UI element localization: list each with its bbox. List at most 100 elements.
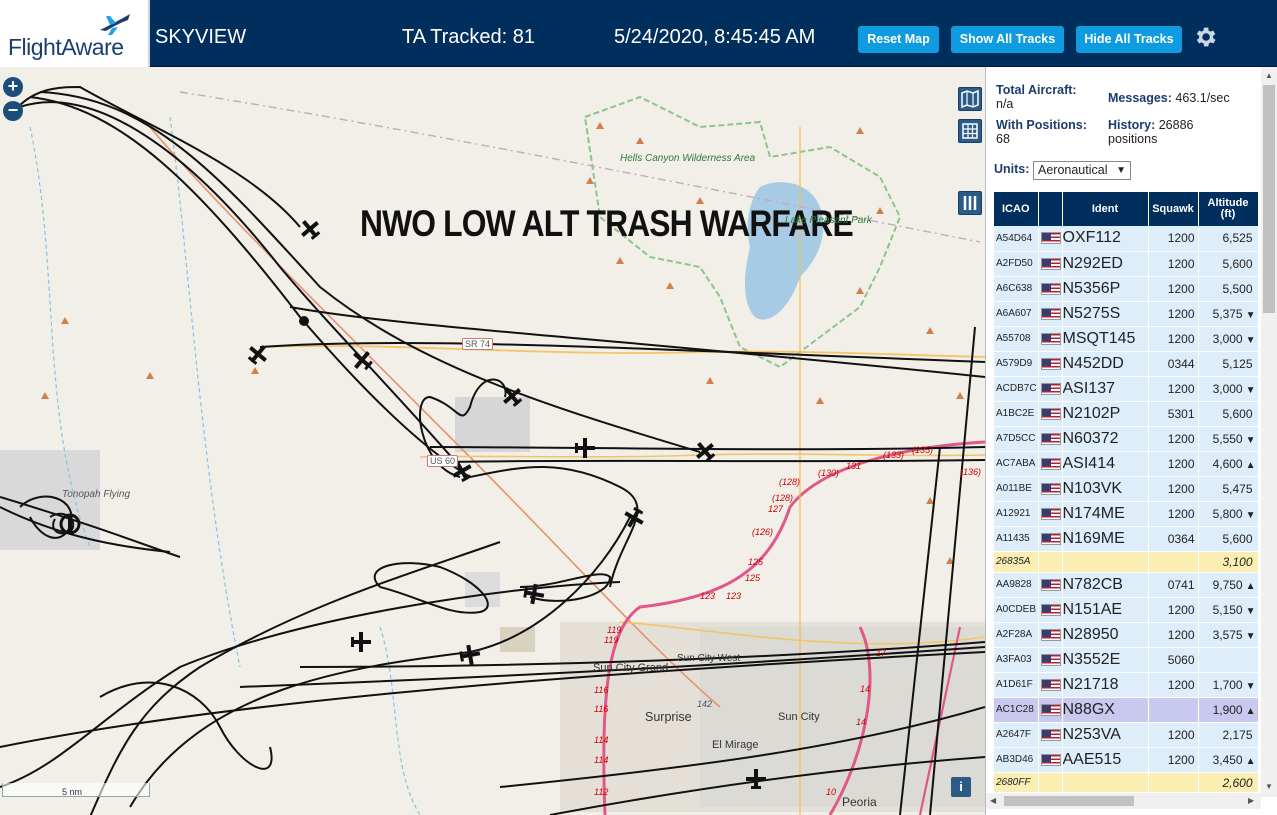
aircraft-row[interactable]: ACDB7C ASI137 1200 3,000 ▼ [994,376,1258,402]
row-altitude: 5,600 [1198,401,1258,427]
us-flag-icon [1040,257,1061,270]
total-aircraft-label: Total Aircraft: [996,83,1077,97]
info-button[interactable]: i [951,777,971,797]
map-canvas[interactable] [0,67,985,815]
flightaware-logo[interactable]: FlightAware [0,0,150,67]
aircraft-row[interactable]: A011BE N103VK 1200 5,475 [994,476,1258,502]
aircraft-table-container[interactable]: ICAO Ident Squawk Altitude (ft) A54D64 OX… [994,192,1258,792]
hide-all-tracks-button[interactable]: Hide All Tracks [1076,26,1182,53]
aircraft-row[interactable]: AC7ABA ASI414 1200 4,600 ▲ [994,451,1258,477]
us-flag-icon [1040,432,1061,445]
tracked-count: TA Tracked: 81 [402,26,536,48]
grid-icon[interactable] [958,119,982,143]
aircraft-row[interactable]: A11435 N169ME 0364 5,600 [994,526,1258,552]
map-layers-icon[interactable] [958,87,982,111]
altitude-trend-icon: ▼ [1245,509,1256,521]
map-view[interactable]: + − NWO LOW ALT TRASH WARFARE Hells Cany… [0,67,985,815]
row-ident: N28950 [1062,622,1149,648]
column-header-ident[interactable]: Ident [1062,192,1149,226]
aircraft-row[interactable]: A2FD50 N292ED 1200 5,600 [994,251,1258,277]
aircraft-row[interactable]: A0CDEB N151AE 1200 5,150 ▼ [994,597,1258,623]
column-header-squawk[interactable]: Squawk [1148,192,1199,226]
route-label: (136) [960,467,982,477]
zoom-in-button[interactable]: + [3,77,23,97]
altitude-value: 5,550 [1212,431,1243,446]
horizontal-scrollbar[interactable]: ◀ ▶ [986,793,1261,809]
peak-markers [41,122,964,564]
scroll-left-icon[interactable]: ◀ [990,796,996,805]
row-altitude: 5,600 [1198,526,1258,552]
route-label: 114 [594,755,609,765]
vertical-scroll-thumb[interactable] [1263,85,1275,313]
row-squawk: 1200 [1148,622,1199,648]
row-squawk: 1200 [1148,426,1199,452]
aircraft-row[interactable]: A6C638 N5356P 1200 5,500 [994,276,1258,302]
aircraft-row[interactable]: AB3D46 AAE515 1200 3,450 ▲ [994,747,1258,773]
aircraft-row[interactable]: A1D61F N21718 1200 1,700 ▼ [994,672,1258,698]
units-dropdown[interactable]: Aeronautical ▼ [1033,161,1131,180]
river [169,116,241,668]
aircraft-row[interactable]: A3FA03 N3552E 5060 [994,647,1258,673]
row-ident: ASI414 [1062,451,1149,477]
reset-map-button[interactable]: Reset Map [858,26,939,53]
row-icao: A6C638 [994,276,1039,302]
row-ident: OXF112 [1062,226,1149,252]
column-header-altitude[interactable]: Altitude (ft) [1198,192,1258,226]
aircraft-row[interactable]: A2F28A N28950 1200 3,575 ▼ [994,622,1258,648]
row-icao: AC7ABA [994,451,1039,477]
us-flag-icon [1040,703,1061,716]
row-icao: 26835A [994,551,1039,573]
messages-value: 463.1/sec [1175,91,1230,105]
column-header-flag[interactable] [1038,192,1063,226]
row-flag [1038,622,1063,648]
row-squawk: 1200 [1148,597,1199,623]
history-unit: positions [1108,132,1158,146]
row-ident: AAE515 [1062,747,1149,773]
aircraft-row[interactable]: AC1C28 N88GX 1,900 ▲ [994,697,1258,723]
row-icao: A6A607 [994,301,1039,327]
label-sun-city-west: Sun City West [677,653,741,664]
aircraft-row[interactable]: A55708 MSQT145 1200 3,000 ▼ [994,326,1258,352]
row-ident: N292ED [1062,251,1149,277]
aircraft-row[interactable]: AA9828 N782CB 0741 9,750 ▲ [994,572,1258,598]
row-flag [1038,351,1063,377]
aircraft-row[interactable]: A12921 N174ME 1200 5,800 ▼ [994,501,1258,527]
vertical-scrollbar[interactable]: ▲ ▼ [1261,67,1277,797]
us-flag-icon [1040,753,1061,766]
aircraft-row[interactable]: A54D64 OXF112 1200 6,525 [994,226,1258,252]
row-ident: N5356P [1062,276,1149,302]
row-ident: N151AE [1062,597,1149,623]
columns-icon[interactable] [958,191,982,215]
label-us60: US 60 [427,455,459,467]
horizontal-scroll-thumb[interactable] [1004,796,1134,806]
scroll-up-icon[interactable]: ▲ [1265,71,1273,80]
aircraft-row[interactable]: A1BC2E N2102P 5301 5,600 [994,401,1258,427]
scroll-down-icon[interactable]: ▼ [1265,782,1273,791]
show-all-tracks-button[interactable]: Show All Tracks [951,26,1064,53]
row-flag [1038,251,1063,277]
river [379,626,421,815]
total-aircraft-stat: Total Aircraft: n/a [996,83,1077,111]
label-lake-pleasant: Lake Pleasant Park [785,215,872,226]
aircraft-row[interactable]: A2647F N253VA 1200 2,175 [994,722,1258,748]
aircraft-sidebar: Total Aircraft: n/a Messages: 463.1/sec … [985,67,1277,815]
scroll-right-icon[interactable]: ▶ [1248,796,1254,805]
us-flag-icon [1040,728,1061,741]
label-peoria: Peoria [842,795,877,809]
zoom-out-button[interactable]: − [3,101,23,121]
aircraft-row[interactable]: A579D9 N452DD 0344 5,125 [994,351,1258,377]
row-flag [1038,697,1063,723]
altitude-trend-icon: ▼ [1245,630,1256,642]
row-squawk: 1200 [1148,672,1199,698]
aircraft-row[interactable]: 26835A 3,100 [994,551,1258,573]
row-squawk: 1200 [1148,226,1199,252]
gear-icon[interactable] [1192,24,1218,50]
column-header-icao[interactable]: ICAO [994,192,1039,226]
history-stat: History: 26886 positions [1108,118,1193,146]
row-ident: N253VA [1062,722,1149,748]
aircraft-row[interactable]: 2680FF 2,600 [994,772,1258,792]
aircraft-row[interactable]: A6A607 N5275S 1200 5,375 ▼ [994,301,1258,327]
altitude-trend-icon: ▼ [1245,334,1256,346]
row-flag [1038,226,1063,252]
aircraft-row[interactable]: A7D5CC N60372 1200 5,550 ▼ [994,426,1258,452]
